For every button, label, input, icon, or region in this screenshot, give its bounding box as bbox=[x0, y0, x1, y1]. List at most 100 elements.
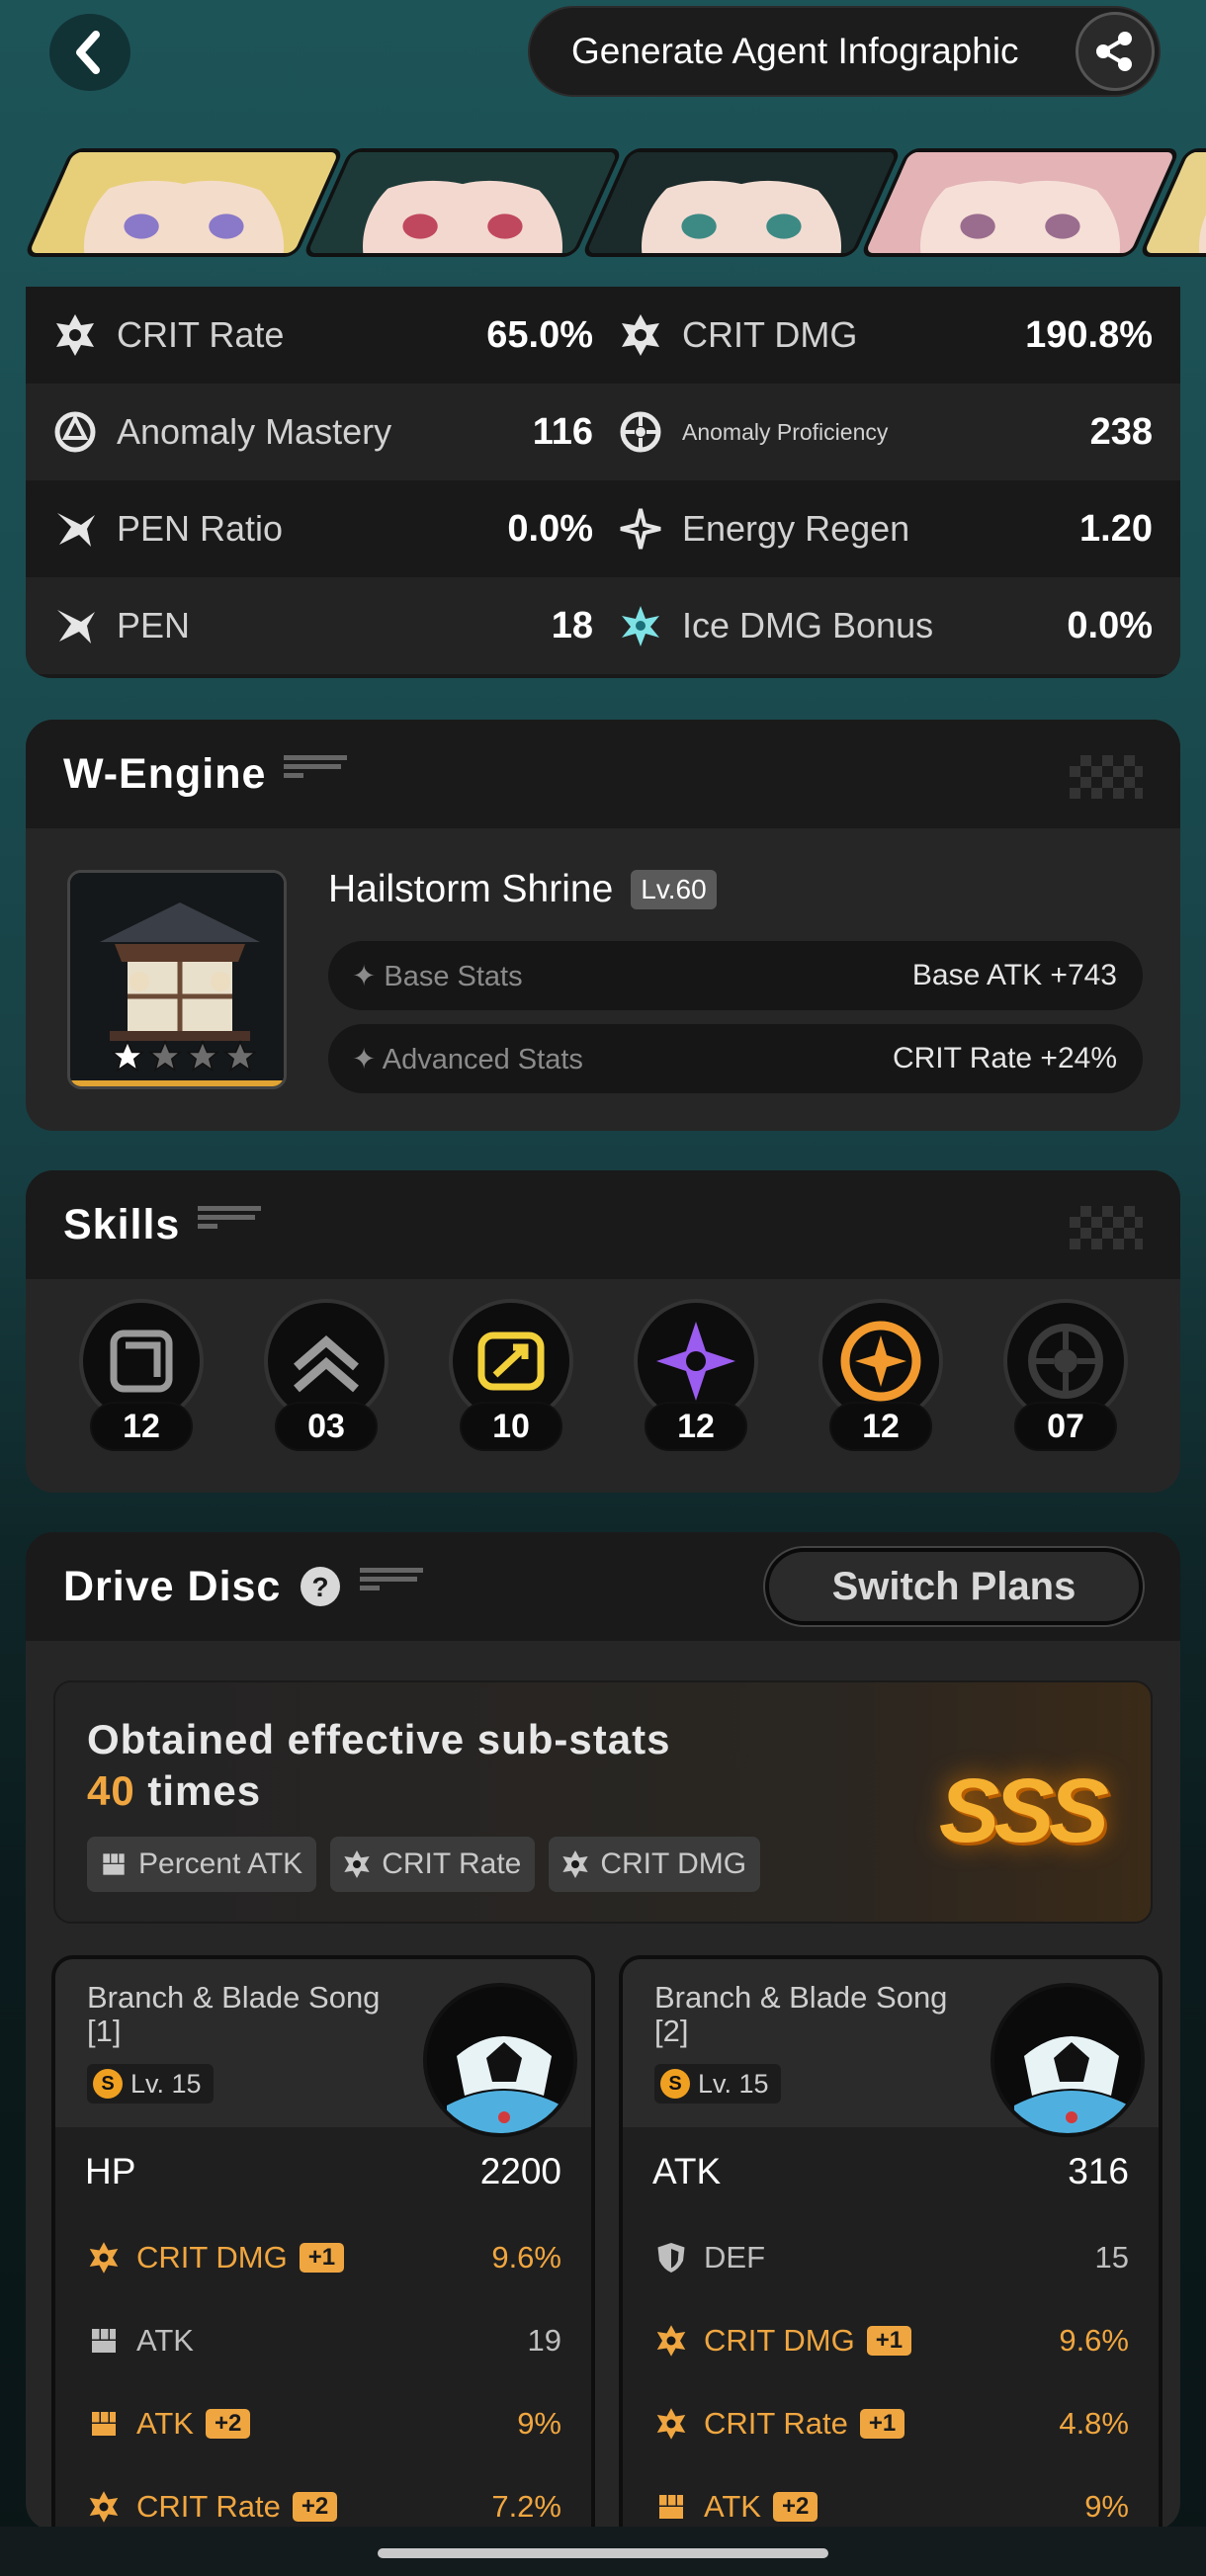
crit-dmg-icon bbox=[622, 314, 659, 356]
substat-value: 7.2% bbox=[491, 2489, 561, 2524]
stat-name: CRIT DMG bbox=[682, 314, 858, 355]
switch-plans-button[interactable]: Switch Plans bbox=[765, 1548, 1143, 1625]
anomaly-mastery-icon bbox=[47, 404, 103, 460]
skill-level: 12 bbox=[90, 1402, 193, 1451]
disc-main-stat: ATK 316 bbox=[623, 2127, 1159, 2216]
share-button[interactable] bbox=[1076, 12, 1155, 91]
substat-name: ATK bbox=[136, 2323, 194, 2358]
crit-dmg-icon bbox=[652, 2322, 690, 2360]
stat-value: 190.8% bbox=[1025, 313, 1153, 356]
basic-attack-icon bbox=[110, 1330, 173, 1393]
deco-tag bbox=[284, 755, 353, 793]
roll-badge: +2 bbox=[292, 2492, 338, 2522]
roll-badge: +1 bbox=[859, 2409, 905, 2439]
advanced-stats-label: Advanced Stats bbox=[382, 1043, 583, 1075]
substat-name: CRIT Rate bbox=[136, 2489, 281, 2524]
star-icon bbox=[147, 1039, 183, 1079]
skill-assist[interactable]: 10 bbox=[447, 1299, 575, 1467]
disc-substat: CRIT Rate +2 7.2% bbox=[55, 2465, 591, 2531]
w-engine-image[interactable] bbox=[67, 870, 287, 1089]
crit-rate-icon bbox=[340, 1847, 374, 1881]
sparkle-icon: ✦ bbox=[352, 1043, 383, 1075]
stat-value: 238 bbox=[1089, 410, 1153, 453]
substat-name: ATK bbox=[704, 2489, 761, 2524]
special-attack-icon bbox=[656, 1322, 735, 1401]
stat-cell: CRIT Rate 65.0% bbox=[26, 287, 603, 384]
roll-badge: +2 bbox=[206, 2409, 251, 2439]
disc-substat: CRIT Rate +1 4.8% bbox=[623, 2382, 1159, 2465]
help-icon[interactable]: ? bbox=[299, 1565, 342, 1608]
chevron-left-icon bbox=[76, 31, 100, 74]
agent-portrait[interactable] bbox=[23, 148, 345, 257]
drive-disc-card: Drive Disc ? Switch Plans Obtained effec… bbox=[26, 1532, 1180, 2531]
agent-avatar bbox=[580, 148, 903, 257]
atk-icon bbox=[85, 2322, 123, 2360]
drive-disc-header: Drive Disc ? Switch Plans bbox=[26, 1532, 1180, 1641]
stat-name: PEN Ratio bbox=[117, 508, 284, 549]
ice-dmg-icon bbox=[622, 606, 659, 646]
drive-disc-slot[interactable]: Branch & Blade Song [1] S Lv. 15 HP 2200 CRIT… bbox=[51, 1955, 595, 2531]
skills-card: Skills 12 03 10 12 12 07 bbox=[26, 1170, 1180, 1493]
stat-cell: Anomaly Proficiency 238 bbox=[603, 384, 1180, 480]
substat-value: 9.6% bbox=[491, 2240, 561, 2275]
anomaly-proficiency-icon bbox=[613, 404, 668, 460]
agent-portrait[interactable] bbox=[302, 148, 624, 257]
stat-row: PEN 18 Ice DMG Bonus 0.0% bbox=[26, 577, 1180, 674]
skill-dodge[interactable]: 03 bbox=[262, 1299, 390, 1467]
base-stats-pill: ✦ Base Stats Base ATK +743 bbox=[328, 941, 1143, 1010]
crit-rate-icon bbox=[47, 307, 103, 363]
effective-stat-tags: Percent ATK CRIT Rate CRIT DMG bbox=[87, 1837, 761, 1892]
chain-attack-icon bbox=[840, 1321, 921, 1402]
ice-dmg-icon bbox=[613, 598, 668, 653]
roll-badge: +1 bbox=[866, 2326, 912, 2356]
w-engine-header: W-Engine bbox=[26, 720, 1180, 828]
share-icon bbox=[1096, 32, 1132, 71]
substat-value: 9.6% bbox=[1059, 2323, 1129, 2358]
energy-regen-icon bbox=[613, 501, 668, 557]
skill-special-attack[interactable]: 12 bbox=[632, 1299, 760, 1467]
svg-text:?: ? bbox=[312, 1572, 329, 1602]
advanced-stats-value: CRIT Rate +24% bbox=[892, 1042, 1117, 1074]
roll-badge: +2 bbox=[773, 2492, 818, 2522]
stat-name: Energy Regen bbox=[682, 508, 910, 549]
crit-rate-icon bbox=[344, 1850, 370, 1878]
disc-emblem-icon bbox=[994, 1987, 1141, 2133]
agent-portrait[interactable] bbox=[580, 148, 903, 257]
dodge-icon bbox=[294, 1335, 359, 1393]
effective-stat-tag: CRIT DMG bbox=[549, 1837, 761, 1892]
star-icon bbox=[185, 1039, 220, 1079]
stat-row: CRIT Rate 65.0% CRIT DMG 190.8% bbox=[26, 287, 1180, 384]
substat-name: DEF bbox=[704, 2240, 765, 2275]
skill-level: 12 bbox=[829, 1402, 932, 1451]
disc-header: Branch & Blade Song [2] S Lv. 15 bbox=[623, 1959, 1159, 2137]
agent-portrait[interactable] bbox=[859, 148, 1181, 257]
disc-emblem-icon bbox=[427, 1987, 573, 2133]
tag-label: Percent ATK bbox=[138, 1847, 303, 1880]
base-stats-label-wrap: ✦ Base Stats bbox=[352, 959, 912, 993]
disc-substat: CRIT DMG +1 9.6% bbox=[623, 2299, 1159, 2382]
generate-infographic-button[interactable]: Generate Agent Infographic bbox=[528, 6, 1161, 97]
home-indicator[interactable] bbox=[378, 2548, 828, 2558]
back-button[interactable] bbox=[49, 14, 130, 91]
anomaly-mastery-icon bbox=[54, 411, 96, 453]
disc-art bbox=[423, 1983, 577, 2137]
substat-value: 4.8% bbox=[1059, 2406, 1129, 2441]
skill-basic-attack[interactable]: 12 bbox=[77, 1299, 206, 1467]
rarity-bar bbox=[70, 1080, 284, 1086]
disc-art bbox=[991, 1983, 1145, 2137]
disc-name: Branch & Blade Song [1] bbox=[87, 1980, 381, 2048]
pen-icon bbox=[47, 598, 103, 653]
stats-panel: CRIT Rate 65.0% CRIT DMG 190.8% Anomaly Mast… bbox=[26, 287, 1180, 678]
skill-level: 03 bbox=[275, 1402, 378, 1451]
stat-name: Anomaly Mastery bbox=[117, 411, 392, 452]
skill-chain-attack[interactable]: 12 bbox=[817, 1299, 945, 1467]
skill-core-skill[interactable]: 07 bbox=[1001, 1299, 1130, 1467]
drive-disc-slot[interactable]: Branch & Blade Song [2] S Lv. 15 ATK 316 DEF 1… bbox=[619, 1955, 1163, 2531]
obtained-suffix: times bbox=[134, 1767, 262, 1814]
crit-rate-icon bbox=[89, 2491, 119, 2523]
effective-stat-tag: Percent ATK bbox=[87, 1837, 317, 1892]
crit-rate-icon bbox=[652, 2405, 690, 2443]
stat-cell: Ice DMG Bonus 0.0% bbox=[603, 577, 1180, 674]
agent-avatar bbox=[302, 148, 624, 257]
substat-value: 19 bbox=[527, 2323, 561, 2358]
